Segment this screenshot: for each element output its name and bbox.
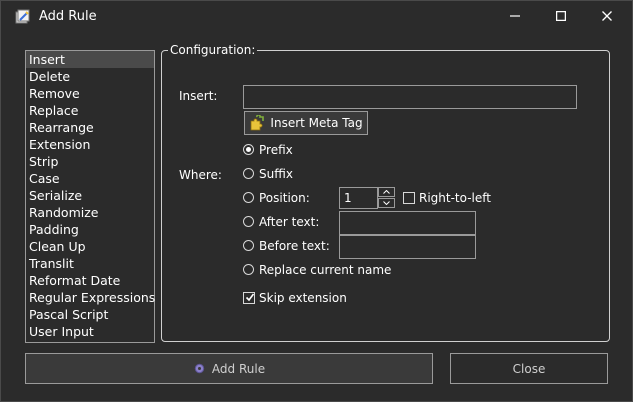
rule-type-list[interactable]: Insert Delete Remove Replace Rearrange Extens… bbox=[25, 50, 155, 343]
right-to-left-checkbox[interactable] bbox=[403, 192, 415, 204]
minimize-button[interactable] bbox=[492, 1, 538, 31]
close-window-button[interactable] bbox=[584, 1, 630, 31]
position-label: Position: bbox=[259, 191, 310, 205]
insert-label: Insert: bbox=[179, 89, 218, 103]
maximize-button[interactable] bbox=[538, 1, 584, 31]
app-icon bbox=[15, 9, 30, 24]
rule-item-insert[interactable]: Insert bbox=[26, 51, 154, 68]
title-bar: Add Rule bbox=[1, 1, 632, 31]
replace-current-name-label: Replace current name bbox=[259, 263, 392, 277]
rule-item-delete[interactable]: Delete bbox=[26, 68, 154, 85]
window-title: Add Rule bbox=[39, 9, 97, 24]
replace-current-name-radio[interactable] bbox=[243, 264, 254, 275]
rule-item-user-input[interactable]: User Input bbox=[26, 323, 154, 340]
rule-item-translit[interactable]: Translit bbox=[26, 255, 154, 272]
rule-item-replace[interactable]: Replace bbox=[26, 102, 154, 119]
right-to-left-label: Right-to-left bbox=[419, 191, 491, 205]
rule-item-extension[interactable]: Extension bbox=[26, 136, 154, 153]
after-text-radio[interactable] bbox=[243, 216, 254, 227]
rule-item-serialize[interactable]: Serialize bbox=[26, 187, 154, 204]
position-increment-button[interactable] bbox=[378, 187, 395, 197]
position-decrement-button[interactable] bbox=[378, 198, 395, 208]
add-rule-label: Add Rule bbox=[211, 361, 266, 376]
close-label: Close bbox=[512, 361, 546, 376]
where-label: Where: bbox=[179, 168, 222, 182]
prefix-radio[interactable] bbox=[243, 144, 254, 155]
gear-plus-icon bbox=[194, 363, 205, 374]
position-radio[interactable] bbox=[243, 192, 254, 203]
rule-item-padding[interactable]: Padding bbox=[26, 221, 154, 238]
rule-item-remove[interactable]: Remove bbox=[26, 85, 154, 102]
before-text-label: Before text: bbox=[259, 239, 330, 253]
minimize-icon bbox=[510, 15, 520, 17]
chevron-up-icon bbox=[383, 190, 390, 194]
rule-item-clean-up[interactable]: Clean Up bbox=[26, 238, 154, 255]
skip-extension-checkbox[interactable] bbox=[243, 292, 255, 304]
configuration-legend: Configuration: bbox=[168, 43, 258, 57]
skip-extension-label: Skip extension bbox=[259, 291, 347, 305]
rule-item-case[interactable]: Case bbox=[26, 170, 154, 187]
checkmark-icon bbox=[245, 293, 255, 302]
position-input[interactable] bbox=[339, 187, 378, 209]
before-text-input[interactable] bbox=[339, 235, 476, 259]
before-text-radio[interactable] bbox=[243, 240, 254, 251]
maximize-icon bbox=[556, 11, 566, 21]
chevron-down-icon bbox=[383, 201, 390, 205]
add-rule-window: Add Rule Insert Delete Remove Replace Rearra… bbox=[0, 0, 633, 402]
insert-text-input[interactable] bbox=[243, 85, 577, 109]
rule-item-randomize[interactable]: Randomize bbox=[26, 204, 154, 221]
rule-item-regular-expressions[interactable]: Regular Expressions bbox=[26, 289, 155, 306]
insert-meta-tag-button[interactable]: Insert Meta Tag bbox=[244, 111, 368, 135]
rule-item-strip[interactable]: Strip bbox=[26, 153, 154, 170]
after-text-label: After text: bbox=[259, 215, 320, 229]
rule-item-reformat-date[interactable]: Reformat Date bbox=[26, 272, 154, 289]
close-icon bbox=[602, 11, 612, 21]
puzzle-icon bbox=[251, 115, 265, 131]
rule-item-pascal-script[interactable]: Pascal Script bbox=[26, 306, 154, 323]
add-rule-button[interactable]: Add Rule bbox=[25, 353, 433, 384]
after-text-input[interactable] bbox=[339, 211, 476, 235]
prefix-label: Prefix bbox=[259, 143, 293, 157]
insert-meta-tag-label: Insert Meta Tag bbox=[270, 116, 363, 130]
suffix-label: Suffix bbox=[259, 167, 293, 181]
rule-item-rearrange[interactable]: Rearrange bbox=[26, 119, 154, 136]
close-button[interactable]: Close bbox=[450, 353, 608, 384]
suffix-radio[interactable] bbox=[243, 168, 254, 179]
